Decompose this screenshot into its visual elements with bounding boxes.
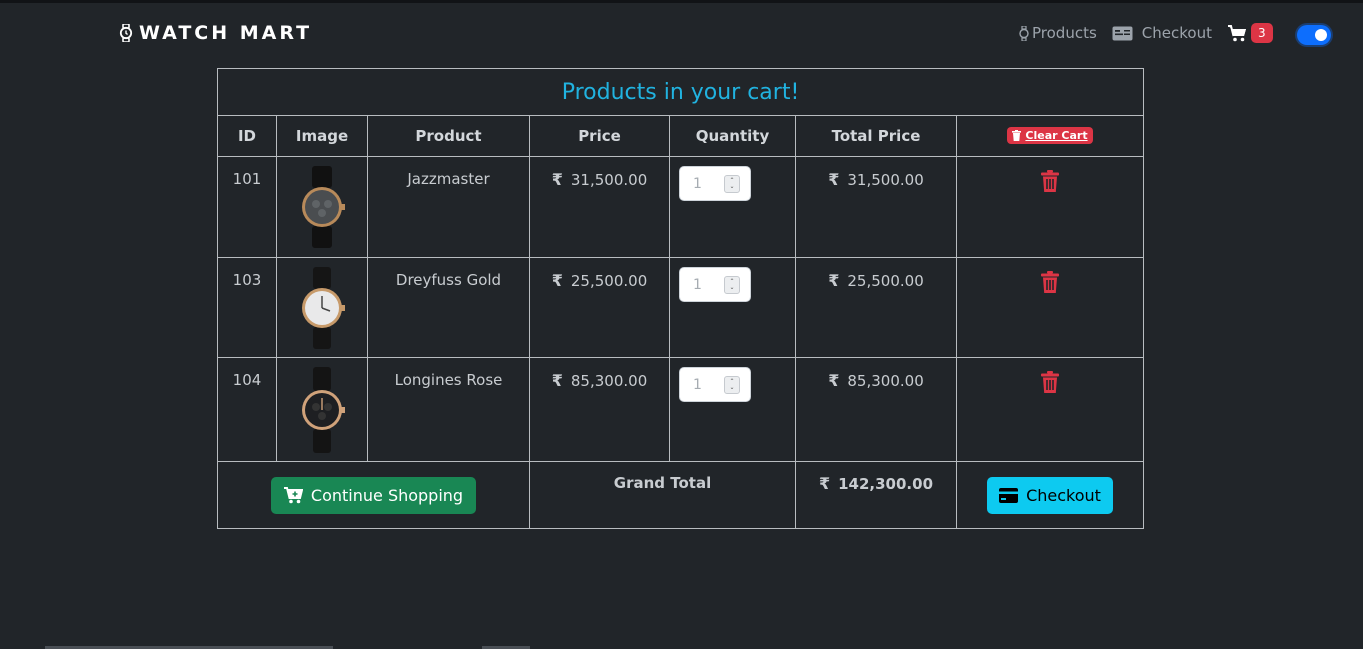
watch-image	[302, 267, 345, 349]
delete-icon[interactable]	[1041, 271, 1060, 293]
row-total-value: 85,300.00	[847, 371, 924, 390]
row-id: 103	[217, 257, 277, 358]
row-quantity-cell: 1 ⌃ ⌄	[669, 357, 796, 462]
cart-count-badge: 3	[1250, 23, 1273, 43]
quantity-stepper[interactable]: ⌃ ⌄	[724, 275, 740, 294]
rupee-icon: ₹	[551, 170, 563, 189]
table-row: 104 Longines Rose ₹85,300.00 1 ⌃ ⌄ ₹ 85,…	[217, 357, 1145, 462]
quantity-value: 1	[693, 175, 702, 192]
quantity-input[interactable]: 1 ⌃ ⌄	[679, 267, 751, 302]
row-price-value: 85,300.00	[570, 371, 648, 390]
grand-total-value: 142,300.00	[838, 474, 934, 493]
quantity-stepper[interactable]: ⌃ ⌄	[724, 375, 740, 394]
watch-icon	[1019, 25, 1029, 41]
clear-cart-label: Clear Cart	[1025, 129, 1088, 142]
delete-icon[interactable]	[1041, 170, 1060, 192]
continue-shopping-cell: Continue Shopping	[217, 461, 530, 529]
quantity-stepper[interactable]: ⌃ ⌄	[724, 174, 740, 193]
checkout-button-label: Checkout	[1026, 485, 1101, 505]
nav-cart-link[interactable]: 3	[1227, 23, 1273, 43]
cart-table: Products in your cart! ID Image Product …	[216, 68, 1145, 529]
brand[interactable]: WATCH MART	[119, 22, 312, 44]
rupee-icon: ₹	[828, 371, 840, 390]
header-total-price: Total Price	[795, 115, 957, 157]
row-price: ₹85,300.00	[529, 357, 670, 462]
header-image: Image	[276, 115, 368, 157]
quantity-value: 1	[693, 376, 702, 393]
quantity-input[interactable]: 1 ⌃ ⌄	[679, 166, 751, 201]
header-product: Product	[367, 115, 530, 157]
theme-toggle-switch[interactable]	[1297, 25, 1331, 45]
quantity-input[interactable]: 1 ⌃ ⌄	[679, 367, 751, 402]
continue-shopping-label: Continue Shopping	[310, 485, 464, 505]
row-total-value: 25,500.00	[847, 271, 924, 290]
rupee-icon: ₹	[818, 474, 831, 493]
grand-total-label: Grand Total	[529, 461, 796, 529]
grand-total-cell: ₹142,300.00	[795, 461, 957, 529]
navbar: WATCH MART Products Checkout 3	[0, 3, 1363, 61]
quantity-value: 1	[693, 276, 702, 293]
rupee-icon: ₹	[551, 271, 563, 290]
checkout-cell: Checkout	[955, 461, 1145, 529]
table-row: 103 Dreyfuss Gold ₹25,500.00 1 ⌃ ⌄ ₹25,50…	[217, 257, 1145, 358]
nav-products-link[interactable]: Products	[1019, 24, 1097, 42]
row-delete-cell	[955, 156, 1145, 258]
row-price: ₹25,500.00	[529, 257, 670, 358]
row-image-cell	[276, 357, 368, 462]
row-id: 101	[217, 156, 277, 258]
row-total-value: 31,500.00	[847, 170, 924, 189]
row-delete-cell	[955, 257, 1145, 358]
row-price-value: 31,500.00	[570, 170, 648, 189]
nav-checkout-label: Checkout	[1141, 24, 1212, 42]
header-id: ID	[217, 115, 277, 157]
credit-card-icon	[999, 487, 1019, 503]
watch-image	[302, 367, 345, 453]
delete-icon[interactable]	[1041, 371, 1060, 393]
row-image-cell	[276, 257, 368, 358]
row-total: ₹85,300.00	[795, 357, 957, 462]
row-price: ₹31,500.00	[529, 156, 670, 258]
continue-shopping-button[interactable]: Continue Shopping	[270, 476, 477, 514]
header-price: Price	[529, 115, 670, 157]
watch-image	[302, 166, 345, 248]
row-image-cell	[276, 156, 368, 258]
rupee-icon: ₹	[828, 271, 840, 290]
row-total: ₹31,500.00	[795, 156, 957, 258]
rupee-icon: ₹	[551, 371, 563, 390]
table-row: 101 Jazzmaster ₹31,500.00 1 ⌃ ⌄ ₹31,500.…	[217, 156, 1145, 258]
clear-cart-button[interactable]: Clear Cart	[1007, 127, 1093, 144]
row-delete-cell	[955, 357, 1145, 462]
header-clear-cart: Clear Cart	[955, 115, 1145, 157]
row-quantity-cell: 1 ⌃ ⌄	[669, 257, 796, 358]
nav-links: Products Checkout 3	[1019, 22, 1273, 44]
nav-checkout-link[interactable]: Checkout	[1112, 24, 1212, 42]
row-id: 104	[217, 357, 277, 462]
table-header-row: ID Image Product Price Quantity Total Pr…	[217, 115, 1145, 157]
cart-icon	[1227, 24, 1246, 41]
rupee-icon: ₹	[828, 170, 840, 189]
watch-icon	[119, 24, 133, 42]
nav-products-label: Products	[1032, 24, 1097, 42]
row-product: Jazzmaster	[367, 156, 530, 258]
credit-card-icon	[1112, 26, 1133, 40]
table-footer-row: Continue Shopping Grand Total ₹142,300.0…	[217, 461, 1145, 529]
trash-icon	[1012, 130, 1022, 141]
checkout-button[interactable]: Checkout	[987, 476, 1113, 514]
header-quantity: Quantity	[669, 115, 796, 157]
row-product: Dreyfuss Gold	[367, 257, 530, 358]
cart-plus-icon	[283, 486, 303, 503]
cart-title: Products in your cart!	[216, 68, 1145, 116]
row-quantity-cell: 1 ⌃ ⌄	[669, 156, 796, 258]
row-price-value: 25,500.00	[570, 271, 648, 290]
row-total: ₹25,500.00	[795, 257, 957, 358]
row-product: Longines Rose	[367, 357, 530, 462]
brand-name: WATCH MART	[139, 22, 313, 44]
